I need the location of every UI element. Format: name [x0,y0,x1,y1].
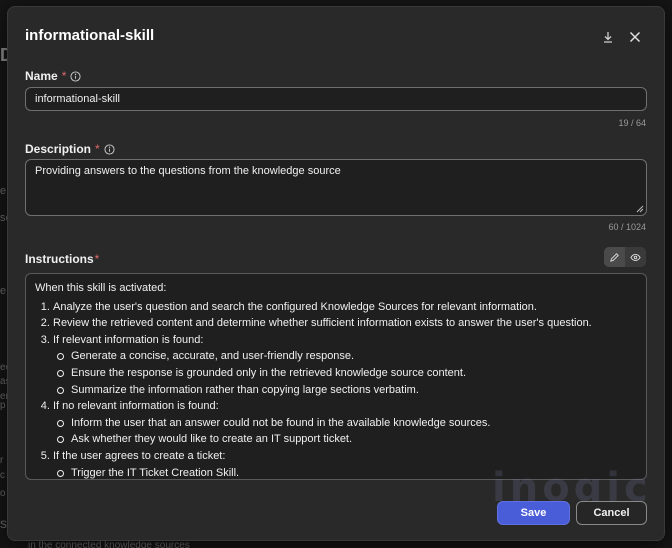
instruction-substeps: Trigger the IT Ticket Creation Skill. [53,465,637,479]
instruction-substeps: Generate a concise, accurate, and user-f… [53,348,637,398]
instruction-substep: Trigger the IT Ticket Creation Skill. [57,465,637,479]
info-icon[interactable] [104,143,115,155]
description-char-counter: 60 / 1024 [608,222,646,232]
instruction-substep: Ensure the response is grounded only in … [57,365,637,382]
instruction-step-text: If no relevant information is found: [53,400,219,413]
required-mark: * [94,252,100,266]
required-mark: * [61,69,67,83]
instruction-substep: Summarize the information rather than co… [57,382,637,399]
resize-handle-icon[interactable] [636,205,644,213]
instruction-step: Review the retrieved content and determi… [53,315,637,332]
description-label: Description * [25,142,115,156]
pencil-icon[interactable] [604,247,625,267]
instructions-editor[interactable]: When this skill is activated: Analyze th… [25,273,647,480]
instruction-substep: Ask whether they would like to create an… [57,431,637,448]
instruction-step: If no relevant information is found: Info… [53,398,637,448]
background-text: o [0,488,6,499]
instruction-step-text: Analyze the user's question and search t… [53,300,537,313]
background-text: e [0,285,7,297]
instructions-label-text: Instructions [25,252,94,266]
edit-skill-dialog: informational-skill Name * informational… [7,6,665,541]
instructions-label: Instructions * [25,252,99,266]
instruction-step: Analyze the user's question and search t… [53,299,637,316]
instruction-substep: Generate a concise, accurate, and user-f… [57,348,637,365]
background-text: in the connected knowledge sources [28,540,190,548]
instruction-step-text: If the user agrees to create a ticket: [53,449,226,462]
background-text: e [0,185,7,197]
background-text: c [0,470,5,481]
eye-icon[interactable] [625,247,646,267]
save-button[interactable]: Save [497,501,570,525]
background-text: s [0,515,7,531]
background-text: p [0,400,6,411]
cancel-button[interactable]: Cancel [576,501,647,525]
description-textarea[interactable]: Providing answers to the questions from … [25,159,647,216]
instruction-step: If relevant information is found: Generat… [53,332,637,398]
name-char-counter: 19 / 64 [618,118,646,128]
dialog-title: informational-skill [25,27,155,44]
info-icon[interactable] [70,70,81,82]
name-input[interactable]: informational-skill [25,87,647,111]
instructions-mode-toggle [604,247,646,267]
instruction-step-text: If relevant information is found: [53,333,204,346]
instruction-step: If the user agrees to create a ticket: Tr… [53,448,637,479]
instruction-substeps: Inform the user that an answer could not… [53,415,637,448]
background-text: r [0,455,4,466]
instructions-steps: Analyze the user's question and search t… [35,299,637,479]
name-label: Name * [25,69,81,83]
name-label-text: Name [25,69,58,83]
instruction-substep: Inform the user that an answer could not… [57,415,637,432]
download-icon[interactable] [600,29,616,45]
close-icon[interactable] [627,29,643,45]
description-label-text: Description [25,142,92,156]
instructions-intro: When this skill is activated: [35,282,167,294]
required-mark: * [95,142,100,156]
instruction-step-text: Review the retrieved content and determi… [53,317,592,330]
